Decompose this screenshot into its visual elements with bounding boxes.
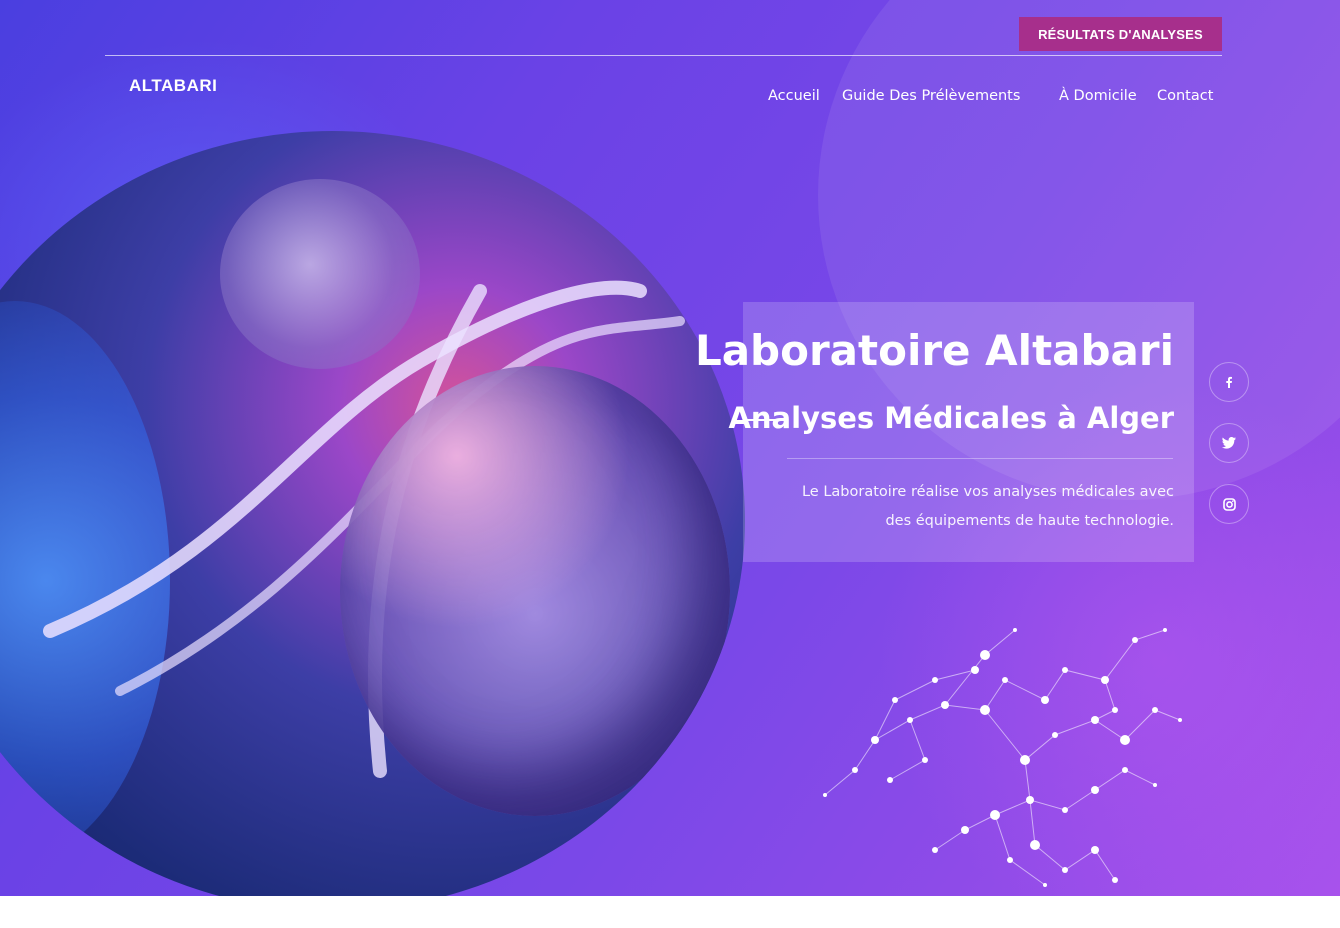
twitter-icon — [1222, 437, 1236, 449]
instagram-icon — [1222, 497, 1236, 511]
facebook-link[interactable] — [1209, 362, 1249, 402]
main-nav: Accueil Guide Des Prélèvements À Domicil… — [0, 88, 1340, 108]
hero-title: Laboratoire Altabari — [694, 326, 1174, 375]
instagram-link[interactable] — [1209, 484, 1249, 524]
panel-divider — [787, 458, 1173, 459]
twitter-link[interactable] — [1209, 423, 1249, 463]
nav-item-domicile[interactable]: À Domicile — [1059, 88, 1137, 104]
hero-image — [0, 131, 745, 896]
nav-item-contact[interactable]: Contact — [1157, 88, 1213, 104]
hero-description: Le Laboratoire réalise vos analyses médi… — [801, 484, 1174, 529]
header-divider — [105, 55, 1222, 56]
cell-image-main — [340, 366, 730, 816]
results-button[interactable]: RÉSULTATS D'ANALYSES — [1019, 17, 1222, 51]
nav-item-guide[interactable]: Guide Des Prélèvements — [842, 88, 1020, 104]
molecule-network-graphic — [823, 628, 1182, 887]
nav-item-accueil[interactable]: Accueil — [768, 88, 820, 104]
facebook-icon — [1226, 376, 1232, 388]
hero-subtitle: Analyses Médicales à Alger — [728, 401, 1174, 435]
hero-section: RÉSULTATS D'ANALYSES ALTABARI Accueil Gu… — [0, 0, 1340, 896]
